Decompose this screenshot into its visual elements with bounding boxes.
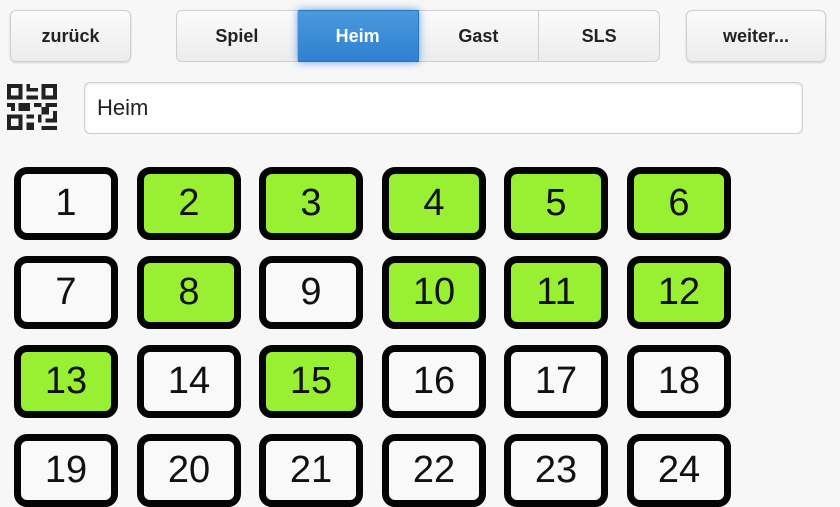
player-number-14-button[interactable]: 14 [137, 345, 241, 418]
player-number-10-button[interactable]: 10 [382, 256, 486, 329]
player-number-17-button[interactable]: 17 [504, 345, 608, 418]
player-number-19-button[interactable]: 19 [14, 434, 118, 507]
player-number-22-button[interactable]: 22 [382, 434, 486, 507]
player-number-16-button[interactable]: 16 [382, 345, 486, 418]
tab-heim[interactable]: Heim [297, 10, 419, 62]
tab-sls[interactable]: SLS [539, 10, 660, 62]
player-number-13-button[interactable]: 13 [14, 345, 118, 418]
tab-spiel[interactable]: Spiel [176, 10, 298, 62]
player-number-8-button[interactable]: 8 [137, 256, 241, 329]
player-number-21-button[interactable]: 21 [259, 434, 363, 507]
player-number-7-button[interactable]: 7 [14, 256, 118, 329]
player-number-4-button[interactable]: 4 [382, 167, 486, 240]
section-tabs: Spiel Heim Gast SLS [176, 10, 660, 62]
tab-gast[interactable]: Gast [418, 10, 540, 62]
player-number-15-button[interactable]: 15 [259, 345, 363, 418]
player-number-12-button[interactable]: 12 [627, 256, 731, 329]
qr-code-icon[interactable] [6, 84, 58, 130]
player-number-9-button[interactable]: 9 [259, 256, 363, 329]
player-number-2-button[interactable]: 2 [137, 167, 241, 240]
player-number-3-button[interactable]: 3 [259, 167, 363, 240]
team-name-input[interactable] [84, 82, 803, 134]
player-number-24-button[interactable]: 24 [627, 434, 731, 507]
player-number-20-button[interactable]: 20 [137, 434, 241, 507]
player-number-5-button[interactable]: 5 [504, 167, 608, 240]
back-button[interactable]: zurück [10, 10, 131, 62]
player-number-6-button[interactable]: 6 [627, 167, 731, 240]
player-number-18-button[interactable]: 18 [627, 345, 731, 418]
player-number-1-button[interactable]: 1 [14, 167, 118, 240]
player-number-11-button[interactable]: 11 [504, 256, 608, 329]
next-button[interactable]: weiter... [686, 10, 826, 62]
player-number-23-button[interactable]: 23 [504, 434, 608, 507]
